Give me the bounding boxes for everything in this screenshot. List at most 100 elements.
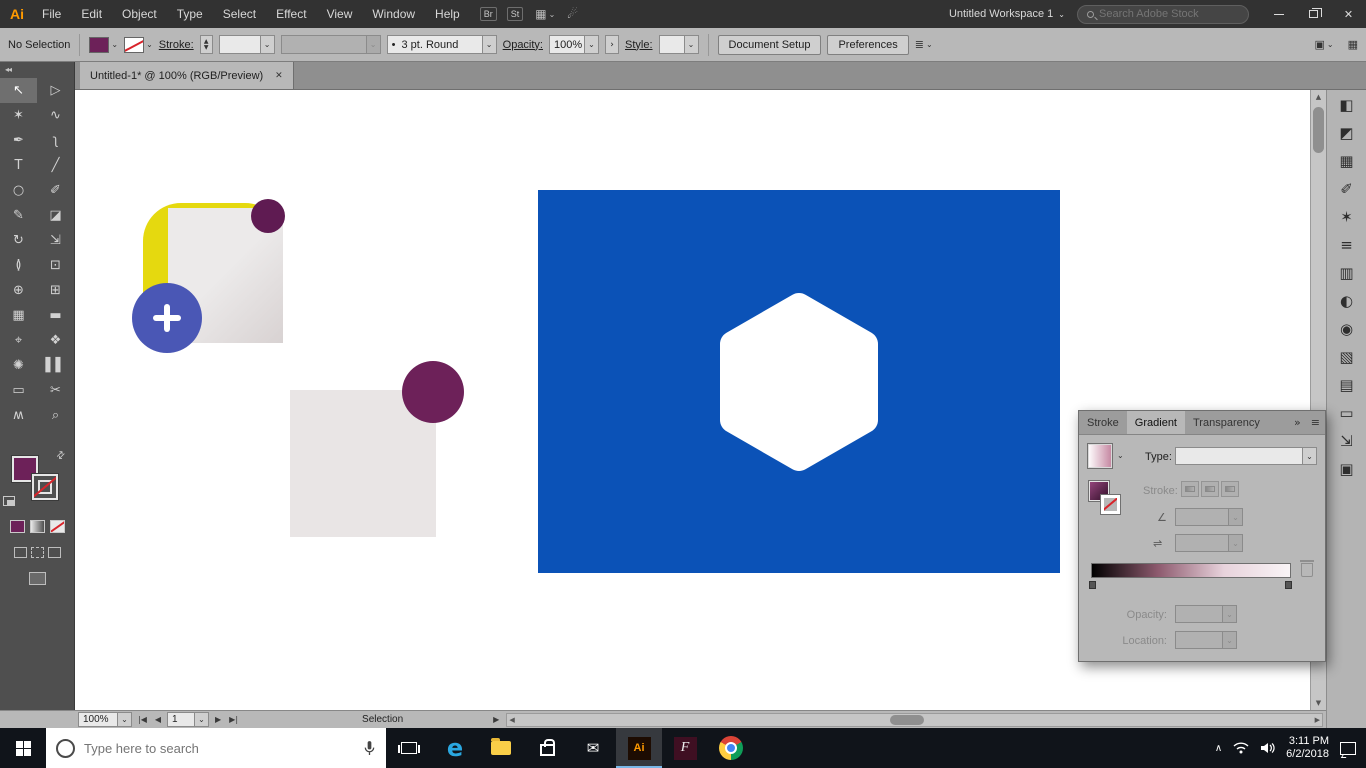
horizontal-scrollbar[interactable]: ◀ ▶	[506, 712, 1323, 727]
prev-artboard-icon[interactable]: ◀	[153, 715, 163, 724]
artwork-logo-group[interactable]	[132, 197, 285, 353]
dock-swatches-icon[interactable]: ▦	[1339, 154, 1353, 169]
opacity-panel-link[interactable]: Opacity:	[503, 39, 543, 51]
stroke-swatch[interactable]	[124, 36, 145, 53]
tool-curvature[interactable]: ʅ	[37, 128, 74, 153]
speaker-icon[interactable]	[1260, 742, 1275, 754]
taskbar-mail[interactable]: ✉	[570, 728, 616, 768]
tool-eyedropper[interactable]: ⌖	[0, 328, 37, 353]
gradient-opacity-combo[interactable]: ⌄	[1175, 605, 1237, 623]
adobe-stock-search[interactable]	[1077, 4, 1249, 24]
gradient-stroke-proxy[interactable]	[1101, 495, 1120, 514]
scroll-left-icon[interactable]: ◀	[509, 716, 514, 724]
artwork-purple-circle[interactable]	[402, 361, 464, 423]
tool-direct-selection[interactable]: ▷	[37, 78, 74, 103]
none-mode-button[interactable]	[49, 520, 65, 533]
taskbar-fuse[interactable]: F	[662, 728, 708, 768]
vertical-scroll-thumb[interactable]	[1313, 107, 1324, 153]
artwork-hexagon[interactable]	[699, 282, 899, 482]
dock-transparency-icon[interactable]: ◐	[1340, 294, 1353, 309]
gradient-type-combo[interactable]: ⌄	[1175, 447, 1317, 465]
panel-dock-icon[interactable]: ▣ ⌄	[1314, 38, 1333, 51]
tool-perspective-grid[interactable]: ⊞	[37, 278, 74, 303]
menu-edit[interactable]: Edit	[71, 0, 112, 28]
stock-search-input[interactable]	[1099, 8, 1219, 20]
status-expand-icon[interactable]: ▶	[493, 715, 499, 724]
tool-rotate[interactable]: ↻	[0, 228, 37, 253]
dock-layers-icon[interactable]: ▤	[1339, 378, 1353, 393]
chevron-down-icon[interactable]: ⌄	[1117, 451, 1124, 460]
draw-inside-button[interactable]	[47, 547, 61, 558]
panel-overflow-icon[interactable]: »	[1289, 411, 1306, 434]
tool-blend[interactable]: ❖	[37, 328, 74, 353]
arrange-documents-icon[interactable]: ▦ ⌄	[535, 7, 555, 21]
scroll-right-icon[interactable]: ▶	[1315, 716, 1320, 724]
opacity-combo[interactable]: 100% ⌄	[549, 35, 599, 54]
document-setup-button[interactable]: Document Setup	[717, 34, 822, 55]
scroll-down-icon[interactable]: ▼	[1311, 696, 1326, 710]
dock-appearance-icon[interactable]: ◉	[1340, 322, 1353, 337]
tool-gradient[interactable]: ▬	[37, 303, 74, 328]
dock-color-guide-icon[interactable]: ◩	[1339, 126, 1353, 141]
artwork-logo-indigo-circle[interactable]	[132, 283, 202, 353]
wifi-icon[interactable]	[1233, 742, 1249, 754]
tool-type[interactable]: T	[0, 153, 37, 178]
gradient-slider[interactable]	[1091, 563, 1291, 578]
style-panel-link[interactable]: Style:	[625, 39, 653, 51]
default-fill-stroke-icon[interactable]	[3, 496, 15, 506]
stock-button[interactable]: St	[506, 7, 524, 21]
dock-symbols-icon[interactable]: ✶	[1340, 210, 1353, 225]
stroke-weight-stepper[interactable]: ▲ ▼	[199, 35, 213, 54]
brush-definition-combo[interactable]: • 3 pt. Round ⌄	[386, 35, 497, 54]
tool-pencil[interactable]: ✎	[0, 203, 37, 228]
next-artboard-icon[interactable]: ▶	[213, 715, 223, 724]
gradient-angle-combo[interactable]: ⌄	[1175, 508, 1243, 526]
workspace-grid-icon[interactable]: ▦	[1348, 38, 1358, 51]
dock-asset-export-icon[interactable]: ⇲	[1340, 434, 1353, 449]
dock-graphic-styles-icon[interactable]: ▧	[1339, 350, 1353, 365]
gradient-swatch[interactable]	[1087, 443, 1113, 469]
gradient-stop-right[interactable]	[1285, 581, 1292, 589]
tray-expand-icon[interactable]: ∧	[1215, 743, 1222, 754]
gradient-aspect-combo[interactable]: ⌄	[1175, 534, 1243, 552]
menu-view[interactable]: View	[317, 0, 363, 28]
gpu-performance-icon[interactable]: ☄	[567, 7, 578, 21]
tool-shape-builder[interactable]: ⊕	[0, 278, 37, 303]
tool-ellipse[interactable]: ○	[0, 178, 37, 203]
style-combo[interactable]: ⌄	[658, 35, 699, 54]
tool-magic-wand[interactable]: ✶	[0, 103, 37, 128]
opacity-more-button[interactable]: ›	[605, 35, 619, 54]
dock-gradient-icon[interactable]: ▥	[1339, 266, 1353, 281]
panel-menu-icon[interactable]: ≡	[1306, 411, 1325, 434]
taskbar-search[interactable]	[46, 728, 386, 768]
width-profile-combo[interactable]: ⌄	[280, 35, 381, 54]
tool-selection[interactable]: ↖	[0, 78, 37, 103]
tool-slice[interactable]: ✂	[37, 378, 74, 403]
menu-window[interactable]: Window	[362, 0, 425, 28]
dock-brushes-icon[interactable]: ✐	[1340, 182, 1353, 197]
tool-hand[interactable]: ʍ	[0, 403, 37, 428]
draw-normal-button[interactable]	[13, 547, 27, 558]
menu-type[interactable]: Type	[167, 0, 213, 28]
tool-eraser[interactable]: ◪	[37, 203, 74, 228]
color-mode-button[interactable]	[9, 520, 25, 533]
tool-column-graph[interactable]: ▌▌	[37, 353, 74, 378]
tool-zoom[interactable]: ⌕	[37, 403, 74, 428]
toolbar-collapse-icon[interactable]: ◂◂	[0, 62, 74, 78]
gradient-stop-left[interactable]	[1089, 581, 1096, 589]
dock-color-icon[interactable]: ◧	[1339, 98, 1353, 113]
align-options-icon[interactable]: ≣ ⌄	[915, 38, 933, 51]
horizontal-scroll-thumb[interactable]	[890, 714, 925, 725]
minimize-button[interactable]	[1261, 0, 1296, 28]
gradient-mode-button[interactable]	[29, 520, 45, 533]
tool-artboard[interactable]: ▭	[0, 378, 37, 403]
tool-line-segment[interactable]: ╱	[37, 153, 74, 178]
first-artboard-icon[interactable]: |◀	[136, 715, 149, 724]
fill-color-control[interactable]: ⌄	[89, 36, 118, 53]
last-artboard-icon[interactable]: ▶|	[227, 715, 240, 724]
swap-fill-stroke-icon[interactable]: ⇄	[54, 449, 68, 463]
restore-button[interactable]	[1296, 0, 1331, 28]
tool-paintbrush[interactable]: ✐	[37, 178, 74, 203]
taskbar-edge[interactable]: e	[432, 728, 478, 768]
tool-pen[interactable]: ✒	[0, 128, 37, 153]
